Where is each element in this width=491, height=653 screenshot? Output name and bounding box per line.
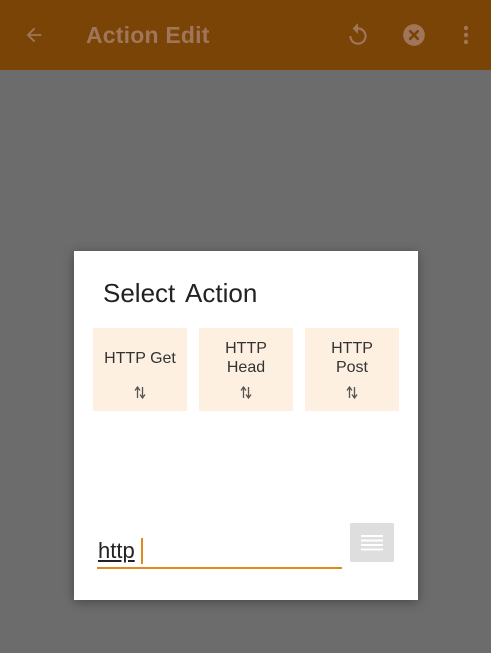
sort-icon: [93, 385, 187, 399]
action-label-line-1: HTTP: [331, 340, 373, 357]
action-label-line-1: HTTP: [225, 340, 267, 357]
cancel-button[interactable]: [396, 0, 432, 70]
app-bar: Action Edit: [0, 0, 491, 70]
page-title: Action Edit: [86, 22, 210, 48]
undo-icon: [349, 23, 367, 45]
text-cursor: [141, 538, 143, 564]
sort-icon: [305, 385, 399, 399]
back-button[interactable]: [14, 0, 54, 70]
search-underline: [97, 567, 342, 569]
action-label-line-2: Head: [226, 359, 266, 376]
action-label: HTTP Get: [104, 350, 176, 367]
sort-icon: [199, 385, 293, 399]
action-http-head[interactable]: HTTP Head: [199, 328, 293, 411]
action-label-line-2: Post: [335, 359, 368, 376]
list-view-button[interactable]: [350, 523, 394, 562]
select-action-dialog: Select Action HTTP Get HTTP Head HTTP Po…: [74, 251, 418, 600]
search-input[interactable]: [97, 535, 342, 567]
more-options-button[interactable]: [452, 0, 480, 70]
more-vert-icon: [463, 25, 469, 45]
back-arrow-icon: [26, 27, 42, 43]
action-http-get[interactable]: HTTP Get: [93, 328, 187, 411]
dialog-title: Select Action: [103, 278, 258, 308]
search-field-container: [97, 521, 342, 569]
cancel-circle-icon: [403, 24, 425, 46]
action-grid: HTTP Get HTTP Head HTTP Post: [93, 328, 399, 411]
undo-button[interactable]: [340, 0, 376, 70]
action-http-post[interactable]: HTTP Post: [305, 328, 399, 411]
list-icon: [361, 534, 383, 550]
